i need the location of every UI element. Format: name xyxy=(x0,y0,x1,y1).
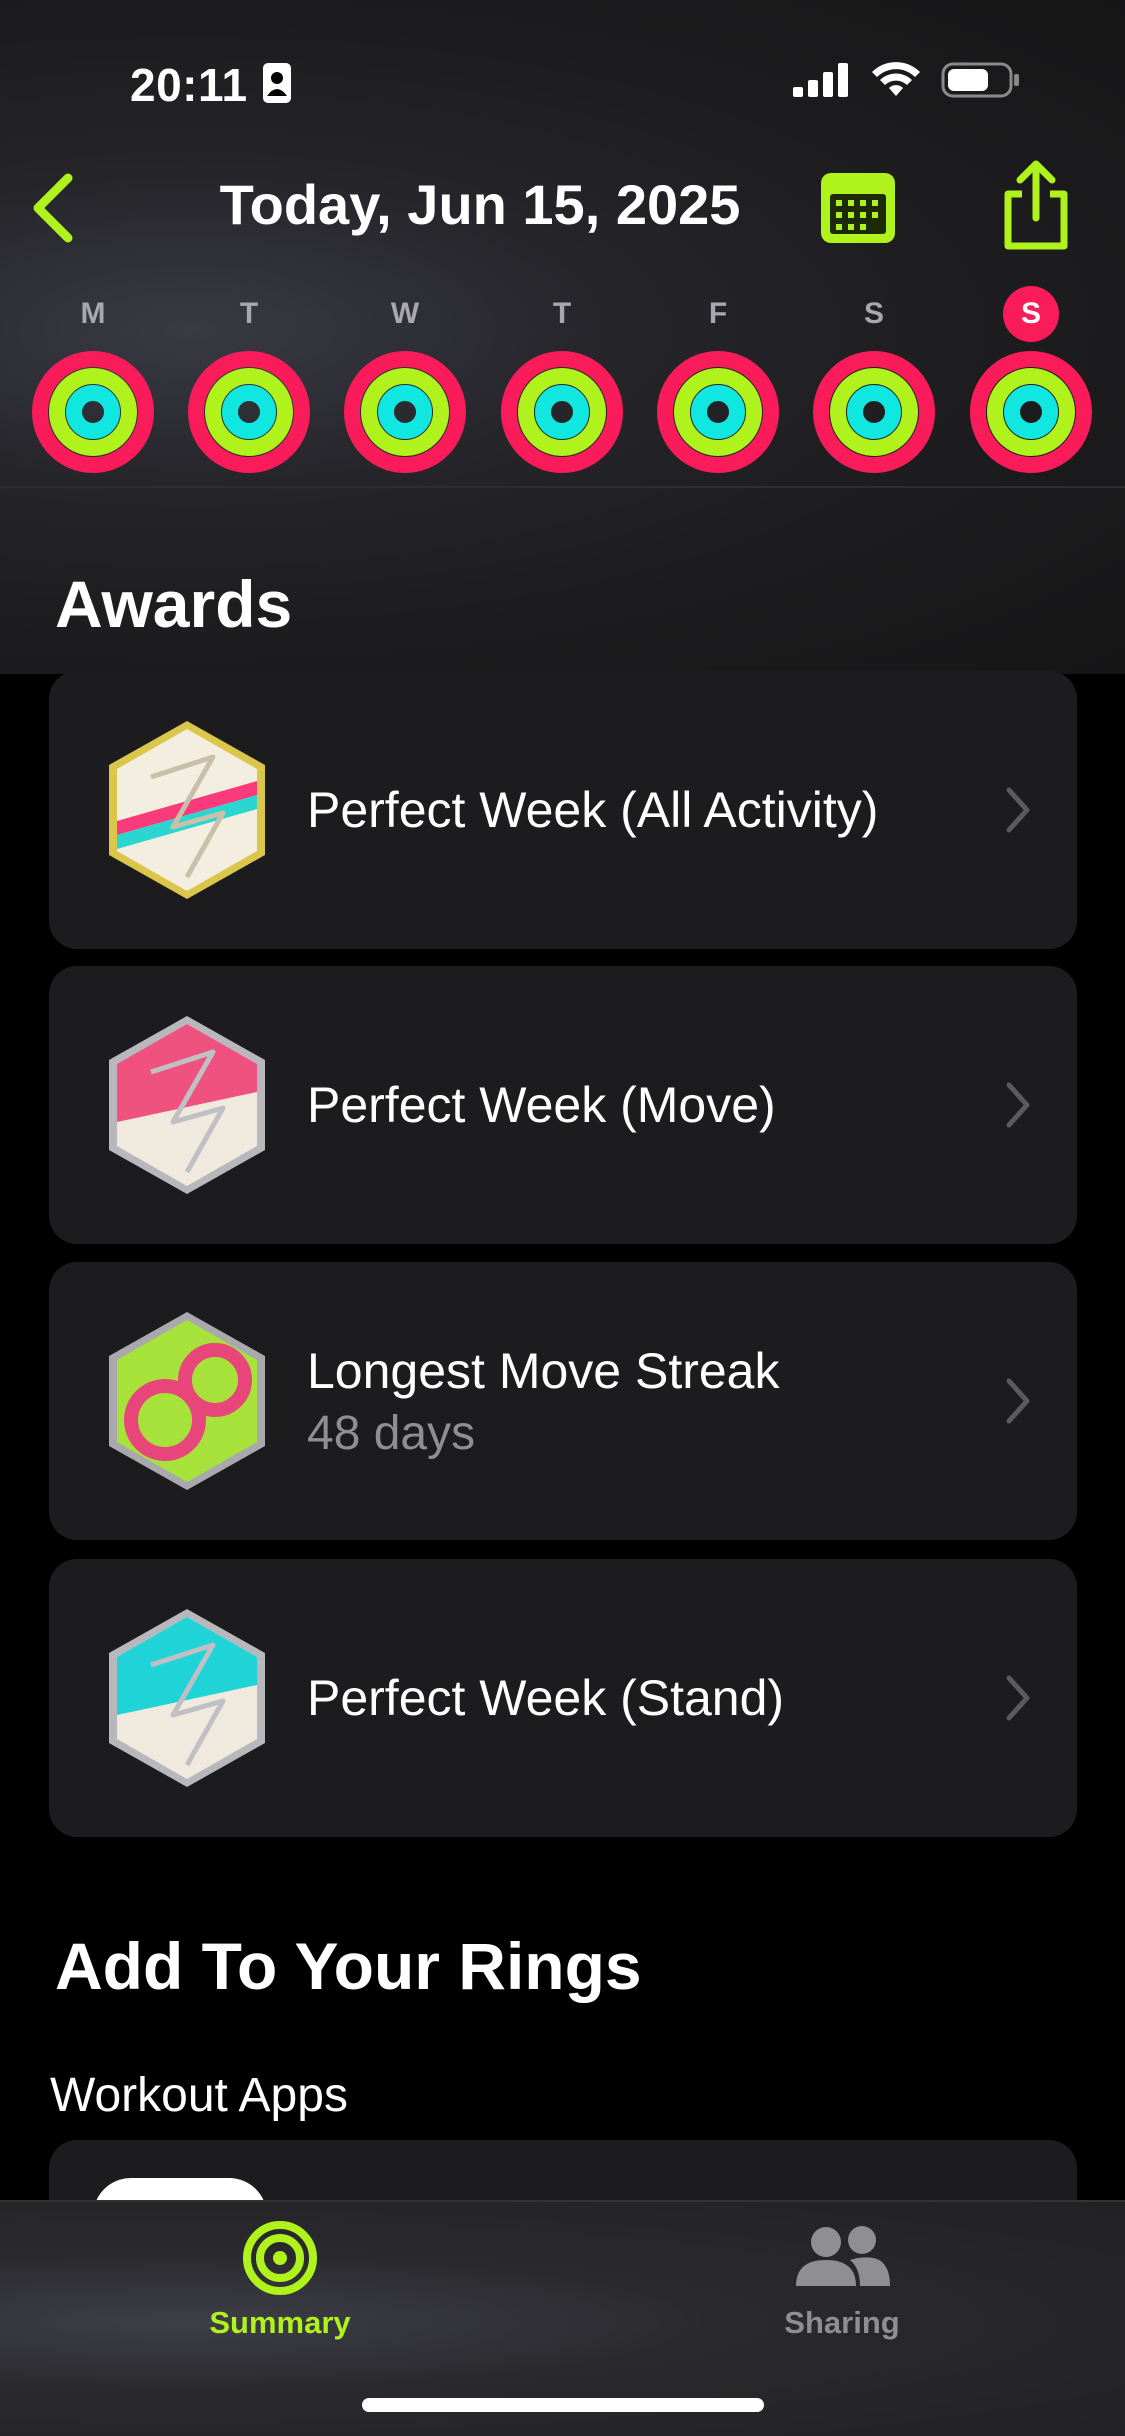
status-icons xyxy=(793,62,1021,103)
contact-card-icon xyxy=(262,62,292,109)
home-indicator[interactable] xyxy=(362,2398,764,2412)
tab-sharing[interactable]: Sharing xyxy=(692,2220,992,2341)
award-title: Longest Move Streak xyxy=(307,1342,780,1399)
perfect-week-stand-badge-icon xyxy=(103,1605,271,1791)
calendar-icon xyxy=(821,173,895,243)
perfect-week-move-badge-icon xyxy=(103,1012,271,1198)
share-icon xyxy=(1004,160,1068,250)
award-title: Perfect Week (Move) xyxy=(307,1077,776,1133)
activity-rings-fri[interactable] xyxy=(656,350,780,474)
chevron-right-icon xyxy=(1003,1373,1033,1429)
status-time: 20:11 xyxy=(130,59,248,111)
chevron-right-icon xyxy=(1003,782,1033,838)
activity-rings-sun[interactable] xyxy=(969,350,1093,474)
signal-icon xyxy=(793,63,851,102)
activity-rings-thu[interactable] xyxy=(500,350,624,474)
award-card-perfect-week-stand[interactable]: Perfect Week (Stand) xyxy=(49,1559,1077,1837)
award-subtitle: 48 days xyxy=(307,1406,476,1460)
chevron-right-icon xyxy=(1003,1077,1033,1133)
share-button[interactable] xyxy=(996,160,1076,252)
awards-heading: Awards xyxy=(55,567,293,641)
award-card-perfect-week-all[interactable]: Perfect Week (All Activity) xyxy=(49,671,1077,949)
tab-summary-label: Summary xyxy=(209,2305,351,2340)
chevron-right-icon xyxy=(1003,1670,1033,1726)
wifi-icon xyxy=(871,62,921,103)
activity-rings-mon[interactable] xyxy=(31,350,155,474)
award-card-perfect-week-move[interactable]: Perfect Week (Move) xyxy=(49,966,1077,1244)
add-to-rings-heading: Add To Your Rings xyxy=(55,1929,642,2003)
battery-icon xyxy=(941,62,1021,103)
award-title: Perfect Week (Stand) xyxy=(307,1670,785,1726)
weekday-fri: F xyxy=(708,297,728,330)
activity-rings-tue[interactable] xyxy=(187,350,311,474)
activity-rings-sat[interactable] xyxy=(812,350,936,474)
perfect-week-all-activity-badge-icon xyxy=(103,717,271,903)
weekday-mon: M xyxy=(80,297,106,330)
summary-rings-icon xyxy=(243,2221,317,2295)
tab-summary[interactable]: Summary xyxy=(130,2220,430,2341)
weekday-tue: T xyxy=(239,297,259,330)
activity-rings-wed[interactable] xyxy=(343,350,467,474)
weekday-thu: T xyxy=(552,297,572,330)
tab-sharing-label: Sharing xyxy=(784,2305,900,2340)
sharing-people-icon xyxy=(796,2226,890,2286)
calendar-button[interactable] xyxy=(818,170,898,246)
header-divider xyxy=(0,486,1125,488)
page-title: Today, Jun 15, 2025 xyxy=(219,173,741,236)
workout-apps-subheading: Workout Apps xyxy=(50,2069,348,2122)
weekday-sat: S xyxy=(863,297,884,330)
weekday-sun-selected: S xyxy=(1003,286,1059,342)
weekday-wed: W xyxy=(390,297,420,330)
longest-move-streak-badge-icon xyxy=(103,1308,271,1494)
award-title: Perfect Week (All Activity) xyxy=(307,782,879,838)
award-title-block: Longest Move Streak 48 days xyxy=(307,1262,780,1540)
award-card-longest-move-streak[interactable]: Longest Move Streak 48 days xyxy=(49,1262,1077,1540)
